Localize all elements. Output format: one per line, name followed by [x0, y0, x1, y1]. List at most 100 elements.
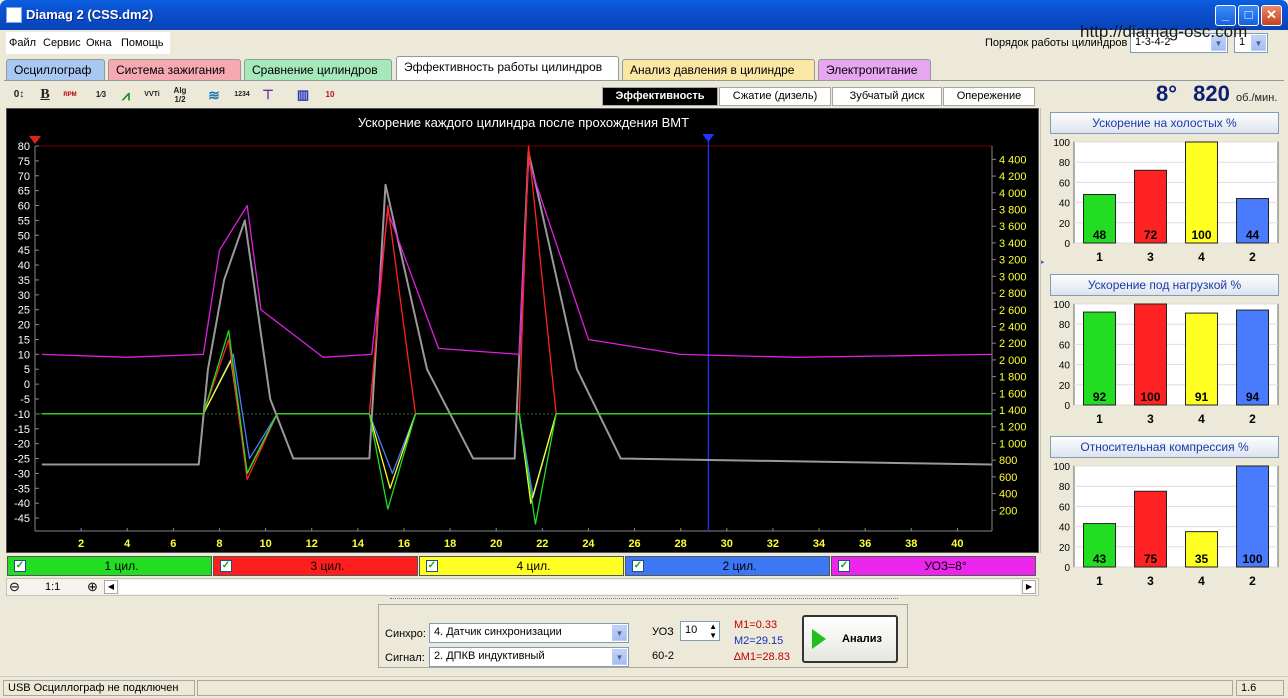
- bar-category-label: 2: [1249, 574, 1256, 588]
- scroll-left-icon[interactable]: ◀: [104, 580, 118, 594]
- start-marker: [29, 136, 41, 144]
- sync-select[interactable]: 4. Датчик синхронизации ▼: [429, 623, 629, 643]
- bar-value-label: 43: [1093, 552, 1107, 566]
- menu-service[interactable]: Сервис: [43, 37, 81, 49]
- y2-tick-label: 400: [999, 489, 1017, 501]
- app-icon: [6, 7, 22, 23]
- subtab-toothed-disk[interactable]: Зубчатый диск: [832, 87, 942, 106]
- legend-checkbox[interactable]: ✓: [426, 560, 438, 572]
- legend-item-1[interactable]: ✓ 1 цил.: [7, 556, 212, 576]
- subtab-compression[interactable]: Сжатие (дизель): [719, 87, 831, 106]
- tab-6[interactable]: Электропитание: [818, 59, 931, 80]
- marker-m1: M1=0.33: [734, 619, 778, 631]
- load-accel-title: Ускорение под нагрузкой %: [1050, 274, 1279, 296]
- menu-file[interactable]: Файл: [9, 37, 36, 49]
- zoom-icon[interactable]: 0↕: [9, 86, 29, 104]
- scroll-right-icon[interactable]: ▶: [1022, 580, 1036, 594]
- histogram-icon[interactable]: 10: [320, 86, 340, 104]
- filter-icon[interactable]: ≋: [204, 86, 224, 104]
- y-tick-label: 30: [18, 290, 30, 302]
- chevron-down-icon: ▼: [612, 625, 627, 641]
- legend-checkbox[interactable]: ✓: [14, 560, 26, 572]
- zoom-in-button[interactable]: ⊕: [87, 579, 98, 595]
- y2-tick-label: 4 400: [999, 154, 1027, 166]
- zoom-out-button[interactable]: ⊖: [9, 579, 20, 595]
- y-tick-label: -30: [14, 468, 30, 480]
- y-tick-label: 55: [18, 215, 30, 227]
- tab-3[interactable]: Сравнение цилиндров: [244, 59, 392, 80]
- y-tick-label: 20: [18, 320, 30, 332]
- tab-4[interactable]: Эффективность работы цилиндров: [396, 56, 619, 81]
- bold-icon[interactable]: B: [35, 86, 55, 104]
- side-splitter[interactable]: ▸: [1040, 108, 1046, 553]
- bar-value-label: 44: [1246, 228, 1260, 242]
- menu-help[interactable]: Помощь: [121, 37, 164, 49]
- compression-chart: 100 80 60 40 20 0 43 1 75 3 35 4 100 2: [1053, 462, 1279, 588]
- numbering-icon[interactable]: 1⁄3: [91, 86, 111, 104]
- algorithm-icon[interactable]: Alg 1/2: [170, 86, 190, 104]
- bar-category-label: 3: [1147, 574, 1154, 588]
- zoom-scroll-row: ⊖ 1:1 ⊕ ◀ ▶: [6, 578, 1039, 596]
- bar-category-label: 1: [1096, 250, 1103, 264]
- y2-tick-label: 3 400: [999, 238, 1027, 250]
- bar-category-label: 2: [1249, 250, 1256, 264]
- subtab-advance[interactable]: Опережение: [943, 87, 1035, 106]
- bar-category-label: 2: [1249, 412, 1256, 426]
- subtab-efficiency[interactable]: Эффективность: [602, 87, 718, 106]
- marker-icon[interactable]: ⊤: [258, 86, 278, 104]
- idle-accel-chart: 1008060402004817231004442: [1053, 138, 1279, 264]
- legend-label: 1 цил.: [104, 559, 139, 573]
- bar-y-tick-label: 20: [1059, 219, 1071, 230]
- cylinders-icon[interactable]: ▥: [293, 86, 313, 104]
- rpm-icon[interactable]: RPM: [60, 86, 80, 104]
- tab-2[interactable]: Система зажигания: [108, 59, 241, 80]
- menu-windows[interactable]: Окна: [86, 37, 112, 49]
- x-tick-label: 36: [859, 538, 871, 550]
- bar-value-label: 75: [1144, 552, 1158, 566]
- sequence-icon[interactable]: 1234: [232, 86, 252, 104]
- x-tick-label: 38: [905, 538, 917, 550]
- tab-1[interactable]: Осциллограф: [6, 59, 105, 80]
- close-button[interactable]: ✕: [1261, 5, 1282, 26]
- signal-select[interactable]: 2. ДПКВ индуктивный ▼: [429, 647, 629, 667]
- play-icon: [812, 629, 826, 649]
- horizontal-scrollbar[interactable]: [120, 580, 1020, 594]
- x-tick-label: 14: [352, 538, 365, 550]
- legend-checkbox[interactable]: ✓: [838, 560, 850, 572]
- legend-checkbox[interactable]: ✓: [632, 560, 644, 572]
- legend-item-3[interactable]: ✓ 4 цил.: [419, 556, 624, 576]
- panel-splitter[interactable]: [390, 598, 898, 603]
- bar-value-label: 72: [1144, 228, 1158, 242]
- bar-y-tick-label: 60: [1059, 502, 1071, 513]
- analyze-button[interactable]: Анализ: [802, 615, 898, 663]
- bar-category-label: 3: [1147, 412, 1154, 426]
- x-tick-label: 10: [259, 538, 271, 550]
- x-tick-label: 40: [951, 538, 963, 550]
- x-tick-label: 32: [767, 538, 779, 550]
- x-tick-label: 12: [306, 538, 318, 550]
- x-tick-label: 16: [398, 538, 410, 550]
- main-chart[interactable]: Ускорение каждого цилиндра после прохожд…: [6, 108, 1039, 553]
- y2-tick-label: 4 200: [999, 171, 1027, 183]
- analyze-label: Анализ: [842, 633, 882, 645]
- vvt-icon[interactable]: VVTi: [142, 86, 162, 104]
- tab-5[interactable]: Анализ давления в цилиндре: [622, 59, 815, 80]
- legend-label: 4 цил.: [516, 559, 551, 573]
- y-tick-label: 35: [18, 275, 30, 287]
- legend-item-4[interactable]: ✓ 2 цил.: [625, 556, 830, 576]
- x-tick-label: 24: [582, 538, 595, 550]
- stepper-arrows-icon[interactable]: ▲ ▼: [709, 622, 717, 640]
- teeth-config: 60-2: [652, 650, 675, 662]
- y-tick-label: 15: [18, 334, 30, 346]
- x-tick-label: 28: [675, 538, 687, 550]
- bar-y-tick-label: 0: [1064, 401, 1070, 412]
- y2-tick-label: 2 000: [999, 355, 1027, 367]
- legend-item-2[interactable]: ✓ 3 цил.: [213, 556, 418, 576]
- curve-icon[interactable]: ⩘: [116, 86, 136, 104]
- uoz-stepper[interactable]: 10 ▲ ▼: [680, 621, 720, 641]
- legend-item-5[interactable]: ✓ УОЗ=8°: [831, 556, 1036, 576]
- collapse-arrow-icon[interactable]: ▸: [1041, 258, 1045, 266]
- bar-y-tick-label: 100: [1053, 300, 1070, 311]
- x-tick-label: 18: [444, 538, 456, 550]
- legend-checkbox[interactable]: ✓: [220, 560, 232, 572]
